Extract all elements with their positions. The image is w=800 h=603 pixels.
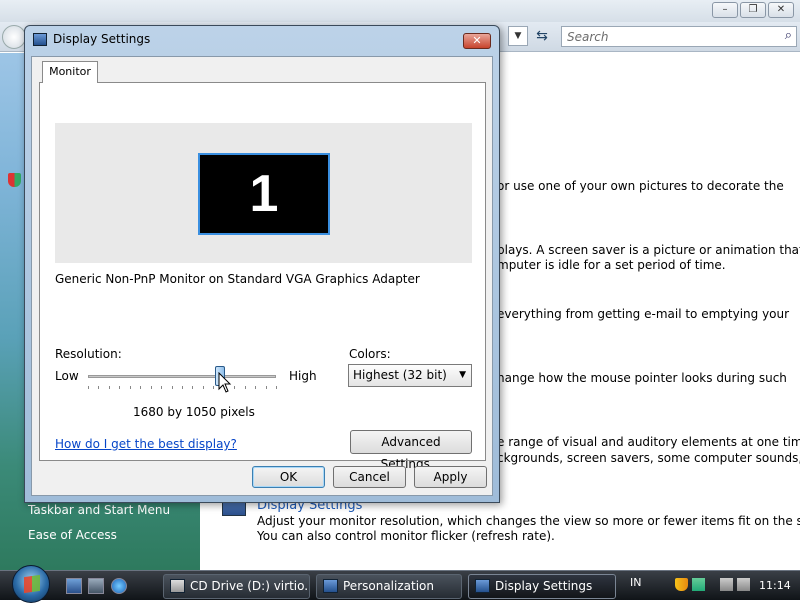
slider-tick xyxy=(192,386,194,389)
mouse-pointers-desc: hange how the mouse pointer looks during… xyxy=(497,371,787,385)
display-settings-desc-1: Adjust your monitor resolution, which ch… xyxy=(257,514,800,528)
slider-tick xyxy=(265,386,267,389)
search-input[interactable]: Search ⌕ xyxy=(561,26,797,47)
close-button[interactable]: ✕ xyxy=(768,2,794,18)
taskbar-item-label: Personalization xyxy=(343,579,434,593)
colors-label: Colors: xyxy=(349,347,391,361)
colors-select[interactable]: Highest (32 bit) ▼ xyxy=(348,364,472,387)
volume-muted-icon[interactable] xyxy=(737,578,750,591)
dialog-body: Monitor 1 Generic Non-PnP Monitor on Sta… xyxy=(31,56,493,496)
tab-monitor[interactable]: Monitor xyxy=(42,61,98,83)
slider-tick xyxy=(276,386,277,389)
dialog-close-button[interactable]: ✕ xyxy=(463,33,491,49)
slider-tick xyxy=(150,386,152,389)
theme-desc-1: e range of visual and auditory elements … xyxy=(497,435,800,449)
slider-tick xyxy=(108,386,110,389)
colors-selected-value: Highest (32 bit) xyxy=(353,368,447,382)
slider-tick xyxy=(234,386,236,389)
dialog-title: Display Settings xyxy=(53,32,151,46)
display-settings-taskbar-icon xyxy=(475,579,490,593)
advanced-settings-button[interactable]: Advanced Settings... xyxy=(350,430,472,471)
slider-tick xyxy=(98,386,100,389)
slider-tick xyxy=(202,386,204,389)
taskbar-start-menu-link[interactable]: Taskbar and Start Menu xyxy=(28,503,170,517)
clock[interactable]: 11:14 xyxy=(759,579,791,592)
cancel-button[interactable]: Cancel xyxy=(333,466,406,488)
personalization-icon xyxy=(323,579,338,593)
slider-tick xyxy=(88,386,89,389)
slider-tick xyxy=(119,386,121,389)
ease-of-access-link[interactable]: Ease of Access xyxy=(28,528,117,542)
resolution-label: Resolution: xyxy=(55,347,122,361)
slider-tick xyxy=(182,386,183,389)
resolution-value: 1680 by 1050 pixels xyxy=(133,405,255,419)
display-icon xyxy=(33,32,47,46)
dialog-titlebar: Display Settings xyxy=(33,32,150,46)
resolution-high-label: High xyxy=(289,369,317,383)
monitor-1-preview[interactable]: 1 xyxy=(198,153,330,235)
theme-desc-2: ckgrounds, screen savers, some computer … xyxy=(497,451,800,465)
show-desktop-icon[interactable] xyxy=(66,578,82,594)
slider-tick xyxy=(244,386,246,389)
monitor-description: Generic Non-PnP Monitor on Standard VGA … xyxy=(55,272,420,286)
back-button[interactable] xyxy=(2,25,26,49)
resolution-low-label: Low xyxy=(55,369,79,383)
taskbar-item-cd-drive[interactable]: CD Drive (D:) virtio... xyxy=(163,574,310,599)
best-display-help-link[interactable]: How do I get the best display? xyxy=(55,437,237,451)
taskbar-item-display-settings[interactable]: Display Settings xyxy=(468,574,616,599)
start-button[interactable] xyxy=(12,565,50,603)
security-shield-icon[interactable] xyxy=(675,578,688,591)
display-settings-dialog: Display Settings ✕ Monitor 1 Generic Non… xyxy=(24,25,500,503)
maximize-button[interactable]: ❐ xyxy=(740,2,766,18)
monitor-preview-area: 1 xyxy=(55,123,472,263)
screen-saver-desc-1: plays. A screen saver is a picture or an… xyxy=(497,243,800,257)
shield-icon xyxy=(8,173,21,187)
minimize-button[interactable]: – xyxy=(712,2,738,18)
chevron-down-icon: ▼ xyxy=(459,370,466,380)
search-placeholder: Search xyxy=(567,30,609,44)
apply-button[interactable]: Apply xyxy=(414,466,487,488)
internet-explorer-icon[interactable] xyxy=(111,578,127,594)
taskbar-item-label: CD Drive (D:) virtio... xyxy=(190,579,310,593)
cd-drive-icon xyxy=(170,579,185,593)
taskbar-item-label: Display Settings xyxy=(495,579,593,593)
ok-button[interactable]: OK xyxy=(252,466,325,488)
slider-tick xyxy=(171,386,173,389)
refresh-icon[interactable]: ⇆ xyxy=(531,26,553,46)
search-icon[interactable]: ⌕ xyxy=(785,28,792,43)
mouse-cursor-icon xyxy=(218,372,232,393)
screen-saver-desc-2: mputer is idle for a set period of time. xyxy=(497,258,726,272)
network-status-icon[interactable] xyxy=(692,578,705,591)
language-indicator[interactable]: IN xyxy=(630,576,641,589)
network-disconnected-icon[interactable] xyxy=(720,578,733,591)
personalization-titlebar: – ❐ ✕ xyxy=(0,0,800,22)
slider-tick xyxy=(255,386,257,389)
monitor-tab-panel: 1 Generic Non-PnP Monitor on Standard VG… xyxy=(39,82,486,471)
display-settings-desc-2: You can also control monitor flicker (re… xyxy=(257,529,555,543)
sounds-desc: everything from getting e-mail to emptyi… xyxy=(497,307,790,321)
window-controls: – ❐ ✕ xyxy=(712,2,794,18)
slider-tick xyxy=(213,386,215,389)
resolution-slider-track[interactable] xyxy=(88,375,276,378)
address-dropdown-button[interactable]: ▼ xyxy=(508,26,528,46)
slider-tick xyxy=(129,386,131,389)
taskbar: CD Drive (D:) virtio... Personalization … xyxy=(0,565,800,603)
monitor-number: 1 xyxy=(249,165,279,223)
desktop-bg-desc: or use one of your own pictures to decor… xyxy=(497,179,784,193)
slider-tick xyxy=(161,386,163,389)
taskbar-item-personalization[interactable]: Personalization xyxy=(316,574,462,599)
slider-tick xyxy=(140,386,142,389)
switch-windows-icon[interactable] xyxy=(88,578,104,594)
windows-logo-icon xyxy=(24,574,40,594)
